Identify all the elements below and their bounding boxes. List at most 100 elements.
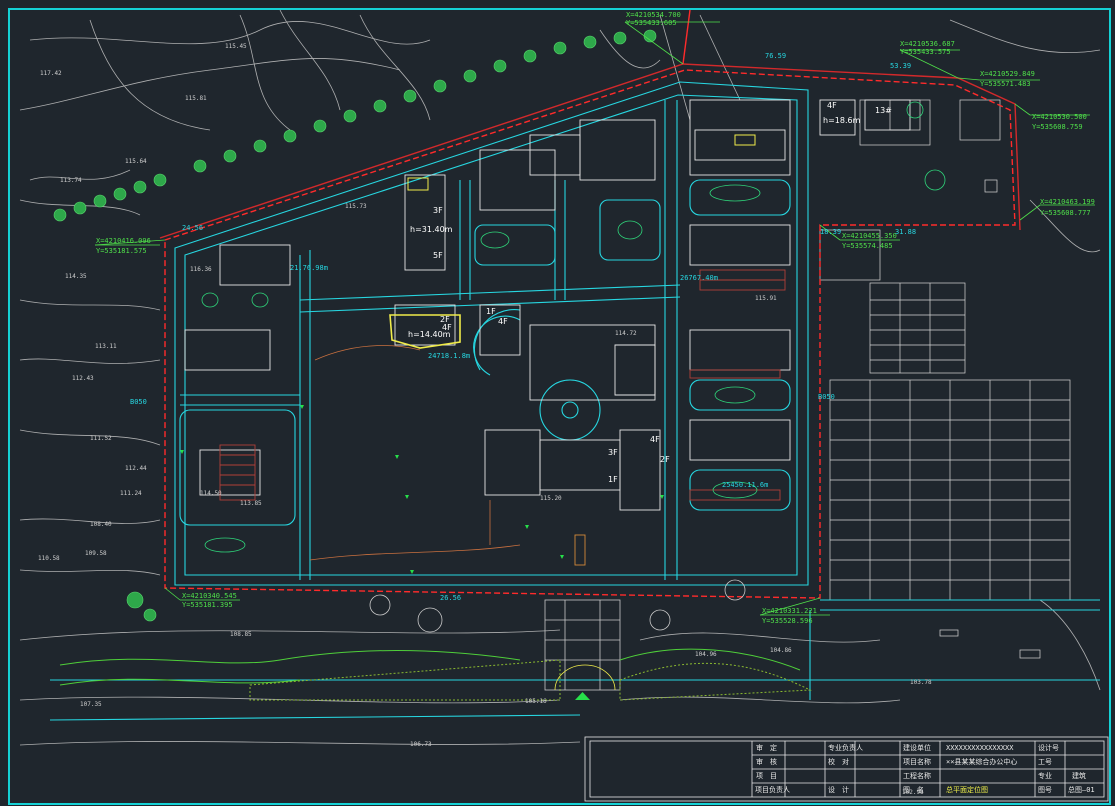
spot-height: 114.50 (200, 490, 222, 497)
spot-height: 115.45 (225, 43, 247, 50)
bldg-floors-1f-low: 1F (608, 475, 618, 484)
coord-label-8: X=4210340.545 (182, 592, 237, 600)
tree-row (53, 29, 657, 622)
spot-height: 111.24 (120, 490, 142, 497)
coord-label-1: X=4210534.700 (626, 11, 681, 19)
coord-label-6: X=4210455.350 (842, 232, 897, 240)
spot-height: 108.40 (90, 521, 112, 528)
tb-label-work: 工程名称 (903, 772, 931, 780)
bldg-floors-1f: 1F (486, 307, 496, 316)
coord-label-6y: Y=535574.485 (842, 242, 893, 250)
spot-height: 112.44 (125, 465, 147, 472)
tb-label-client: 建设单位 (903, 744, 931, 752)
dim-12: B050 (818, 393, 835, 401)
dim-9: 24.56 (182, 224, 203, 232)
buildings (184, 99, 911, 511)
tb-label-drawing: 图 名 (903, 786, 924, 794)
spot-height: 115.81 (185, 95, 207, 102)
coord-label-1y: Y=535433.605 (626, 19, 677, 27)
coord-label-5: X=4210463.199 (1040, 198, 1095, 206)
spot-height: 113.74 (60, 177, 82, 184)
spot-height: 104.86 (770, 647, 792, 654)
bldg-number-13: 13# (875, 106, 892, 115)
pipeline-lines (309, 345, 521, 561)
drawing-frame (8, 8, 1111, 805)
dim-6: 31.88 (895, 228, 916, 236)
coord-label-7: X=4210416.096 (96, 237, 151, 245)
spot-height: 103.78 (910, 679, 932, 686)
spot-height: 107.35 (80, 701, 102, 708)
contour-lines (19, 9, 1101, 746)
spot-height: 115.20 (540, 495, 562, 502)
hatch-areas (219, 269, 786, 566)
bldg-floors-3f-top: 3F (433, 206, 443, 215)
spot-height: 111.52 (90, 435, 112, 442)
bldg-floors-4f-b: 4F (498, 317, 508, 326)
dim-11: B050 (130, 398, 147, 406)
bldg-floors-3f-mid: 3F (608, 448, 618, 457)
coord-label-3y: Y=535571.483 (980, 80, 1031, 88)
tb-label-project: 项目名称 (903, 758, 931, 766)
spot-height: 108.85 (230, 631, 252, 638)
spot-height: 113.85 (240, 500, 262, 507)
coord-label-2y: Y=535433.575 (900, 48, 951, 56)
cad-site-plan-drawing: X=4210534.700 Y=535433.605 X=4210536.687… (8, 8, 1111, 805)
spot-height: 113.11 (95, 343, 117, 350)
spot-height: 105.16 (525, 698, 547, 705)
tb-drawing-no-value: 总图—01 (1068, 786, 1095, 794)
dim-2: 25450.11.6m (722, 481, 768, 489)
tb-label-item: 项 目 (756, 772, 777, 780)
tb-label-review: 审 核 (756, 758, 777, 766)
tb-label-lead: 专业负责人 (828, 744, 863, 752)
neighbour-buildings-grid (819, 99, 1071, 659)
tb-label-discipline: 专业 (1038, 772, 1052, 780)
coord-label-2: X=4210536.687 (900, 40, 955, 48)
spot-height: 115.73 (345, 203, 367, 210)
coordinate-leaders (94, 21, 1095, 616)
coord-label-4: X=4210530.500 (1032, 113, 1087, 121)
coord-label-7y: Y=535181.575 (96, 247, 147, 255)
dim-3: 24718.1.8m (428, 352, 470, 360)
spot-height: 106.73 (410, 741, 432, 748)
internal-roads (49, 81, 1100, 721)
dim-4: 21.76.98m (290, 264, 328, 272)
small-yellow-building (734, 134, 756, 146)
coord-label-9: X=4210331.221 (762, 607, 817, 615)
tb-project-value: ××县某某综合办公中心 (946, 758, 1018, 766)
bldg-floors-2f-low: 2F (660, 455, 670, 464)
bldg-floors-4f-low: 4F (650, 435, 660, 444)
bldg-height-right: h=18.6m (823, 116, 861, 125)
courtyard-shrubs (201, 101, 946, 553)
spot-height: 117.42 (40, 70, 62, 77)
coord-label-8y: Y=535181.395 (182, 601, 233, 609)
bldg-floors-4f: 4F (442, 323, 452, 332)
spot-height: 115.91 (755, 295, 777, 302)
spot-height: 112.43 (72, 375, 94, 382)
bldg-height-tall: h=31.40m (410, 225, 453, 234)
spot-height: 114.72 (615, 330, 637, 337)
dim-7: 76.59 (765, 52, 786, 60)
tb-label-job-no: 工号 (1038, 758, 1052, 766)
bldg-floors-5f: 5F (433, 251, 443, 260)
tb-discipline-value: 建筑 (1072, 772, 1086, 780)
dim-5: 18.39 (820, 228, 841, 236)
spot-height: 114.35 (65, 273, 87, 280)
spot-height: 109.58 (85, 550, 107, 557)
coord-label-5y: Y=535608.777 (1040, 209, 1091, 217)
tb-label-design-no: 设计号 (1038, 744, 1059, 752)
spot-height: 110.58 (38, 555, 60, 562)
spot-height: 115.64 (125, 158, 147, 165)
tb-client-value: XXXXXXXXXXXXXXXX (946, 744, 1014, 752)
dim-8: 53.39 (890, 62, 911, 70)
spot-height: 104.96 (695, 651, 717, 658)
dim-1: 26767.40m (680, 274, 718, 282)
tb-label-design: 设 计 (828, 786, 849, 794)
site-boundary (159, 9, 1021, 599)
coord-label-3: X=4210529.849 (980, 70, 1035, 78)
tb-label-check: 校 对 (828, 758, 849, 766)
tb-label-pm: 项目负责人 (755, 786, 790, 794)
bldg-floors-4f-right: 4F (827, 101, 837, 110)
tb-label-approve: 审 定 (756, 744, 777, 752)
tb-label-drawing-no: 图号 (1038, 786, 1052, 794)
coord-label-9y: Y=535528.596 (762, 617, 813, 625)
